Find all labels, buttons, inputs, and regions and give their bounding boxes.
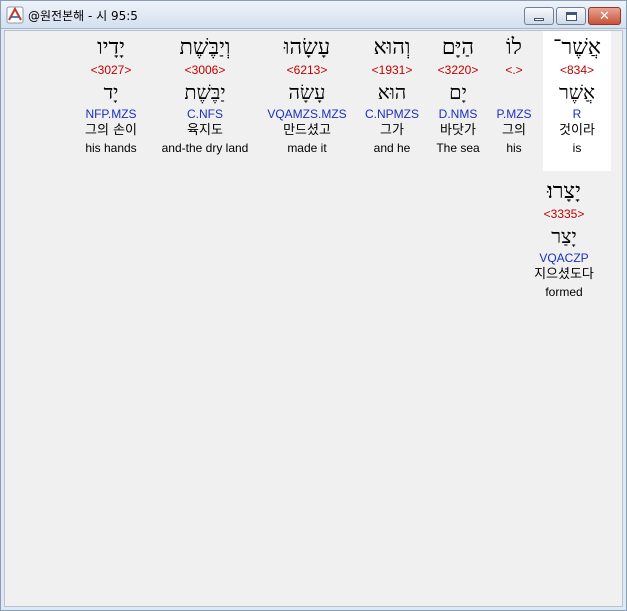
hebrew-word: עָשָׂהוּ — [283, 35, 331, 60]
morph-code: C.NPMZS — [365, 107, 419, 121]
word-block[interactable]: אֲשֶׁר־ <834> אֲשֶׁר R 것이라 is — [543, 31, 611, 171]
close-button[interactable]: ✕ — [588, 7, 621, 25]
morph-code: R — [572, 107, 582, 121]
strong-number[interactable]: <834> — [543, 62, 611, 78]
lemma — [489, 78, 539, 106]
korean-gloss: 그의 — [502, 123, 526, 138]
hebrew-word: הַיָּם — [441, 35, 475, 60]
lemma: יָד — [103, 80, 119, 104]
verse-panel: אֲשֶׁר־ <834> אֲשֶׁר R 것이라 is לוֹ <.> P.… — [4, 30, 623, 607]
strong-number[interactable]: <1931> — [357, 62, 427, 78]
maximize-icon — [565, 11, 577, 21]
word-block[interactable]: יָדָיו <3027> יָד NFP.MZS 그의 손이 his hand… — [77, 31, 145, 171]
english-gloss: and he — [373, 141, 411, 155]
lemma: אֲשֶׁר — [559, 80, 595, 104]
morph-code: C.NFS — [187, 107, 223, 121]
word-block[interactable]: לוֹ <.> P.MZS 그의 his — [489, 31, 539, 171]
lemma: עָשָׂה — [288, 80, 326, 104]
title-bar[interactable]: @원전본해 - 시 95:5 ✕ — [1, 1, 626, 29]
word-block[interactable]: וְיַבֶּשֶׁת <3006> יַבֶּשֶׁת C.NFS 육지도 a… — [155, 31, 255, 171]
lemma: הוּא — [377, 80, 407, 104]
minimize-button[interactable] — [524, 7, 554, 25]
korean-gloss: 만드셨고 — [283, 123, 331, 138]
app-window: @원전본해 - 시 95:5 ✕ אֲשֶׁר־ <834> אֲשֶׁר R … — [0, 0, 627, 611]
hebrew-word: וְיַבֶּשֶׁת — [179, 35, 231, 60]
korean-gloss: 그의 손이 — [85, 123, 137, 138]
word-block[interactable]: יָצָרוּ׃ <3335> יָצַר VQACZP 지으셨도다 forme… — [521, 175, 607, 307]
hebrew-word: יָצָרוּ׃ — [547, 179, 581, 204]
strong-number[interactable]: <.> — [489, 62, 539, 78]
english-gloss: The sea — [436, 141, 480, 155]
close-icon: ✕ — [599, 8, 610, 24]
english-gloss: formed — [545, 285, 583, 299]
english-gloss: and-the dry land — [161, 141, 249, 155]
word-block[interactable]: וְהוּא <1931> הוּא C.NPMZS 그가 and he — [357, 31, 427, 171]
strong-number[interactable]: <3006> — [155, 62, 255, 78]
hebrew-word: וְהוּא — [373, 35, 411, 60]
korean-gloss: 그가 — [380, 123, 404, 138]
morph-code: VQACZP — [539, 251, 589, 265]
hebrew-word: לוֹ — [506, 35, 522, 60]
lemma: יַבֶּשֶׁת — [184, 80, 226, 104]
minimize-icon — [534, 17, 544, 21]
word-block[interactable]: הַיָּם <3220> יָם D.NMS 바닷가 The sea — [429, 31, 487, 171]
strong-number[interactable]: <6213> — [259, 62, 355, 78]
lemma: יָם — [449, 80, 467, 104]
lemma: יָצַר — [551, 224, 577, 248]
english-gloss: is — [572, 141, 582, 155]
strong-number[interactable]: <3335> — [521, 206, 607, 222]
korean-gloss: 것이라 — [559, 123, 595, 138]
english-gloss: made it — [287, 141, 327, 155]
maximize-button[interactable] — [556, 7, 586, 25]
hebrew-word: אֲשֶׁר־ — [552, 35, 601, 60]
korean-gloss: 지으셨도다 — [534, 267, 594, 282]
strong-number[interactable]: <3027> — [77, 62, 145, 78]
morph-code: P.MZS — [496, 107, 532, 121]
app-logo-icon — [6, 6, 24, 24]
korean-gloss: 육지도 — [187, 123, 223, 138]
morph-code: VQAMZS.MZS — [267, 107, 347, 121]
window-title: @원전본해 - 시 95:5 — [28, 9, 138, 23]
word-block[interactable]: עָשָׂהוּ <6213> עָשָׂה VQAMZS.MZS 만드셨고 m… — [259, 31, 355, 171]
morph-code: D.NMS — [438, 107, 478, 121]
korean-gloss: 바닷가 — [440, 123, 476, 138]
strong-number[interactable]: <3220> — [429, 62, 487, 78]
english-gloss: his hands — [85, 141, 137, 155]
morph-code: NFP.MZS — [85, 107, 137, 121]
english-gloss: his — [506, 141, 522, 155]
hebrew-word: יָדָיו — [97, 35, 125, 60]
